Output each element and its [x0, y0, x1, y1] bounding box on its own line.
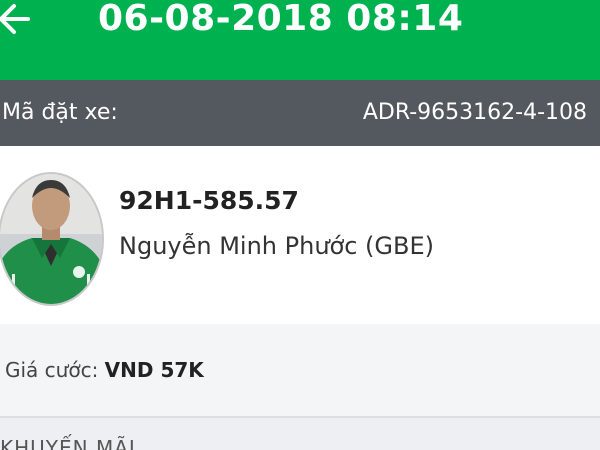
back-button[interactable]: [0, 0, 34, 44]
driver-photo: [0, 174, 102, 304]
fare-row: Giá cước: VND 57K: [0, 324, 600, 416]
booking-code-bar: Mã đặt xe: ADR-9653162-4-108: [0, 80, 600, 146]
driver-avatar: [0, 172, 104, 306]
page-title: 06-08-2018 08:14: [98, 0, 464, 39]
driver-card: 92H1-585.57 Nguyễn Minh Phước (GBE): [0, 146, 600, 324]
driver-name: Nguyễn Minh Phước (GBE): [119, 232, 434, 260]
header-bar: 06-08-2018 08:14: [0, 0, 600, 80]
arrow-left-icon: [0, 4, 30, 34]
trip-detail-screen: 06-08-2018 08:14 Mã đặt xe: ADR-9653162-…: [0, 0, 600, 450]
promo-label: KHUYẾN MÃI: [0, 436, 136, 450]
fare-value: VND 57K: [104, 358, 204, 382]
fare-label: Giá cước:: [5, 358, 99, 382]
booking-code-label: Mã đặt xe:: [2, 100, 118, 125]
vehicle-plate: 92H1-585.57: [119, 186, 299, 215]
promo-section[interactable]: KHUYẾN MÃI: [0, 418, 600, 450]
booking-code-value: ADR-9653162-4-108: [362, 100, 587, 125]
fare-line: Giá cước: VND 57K: [5, 324, 204, 416]
